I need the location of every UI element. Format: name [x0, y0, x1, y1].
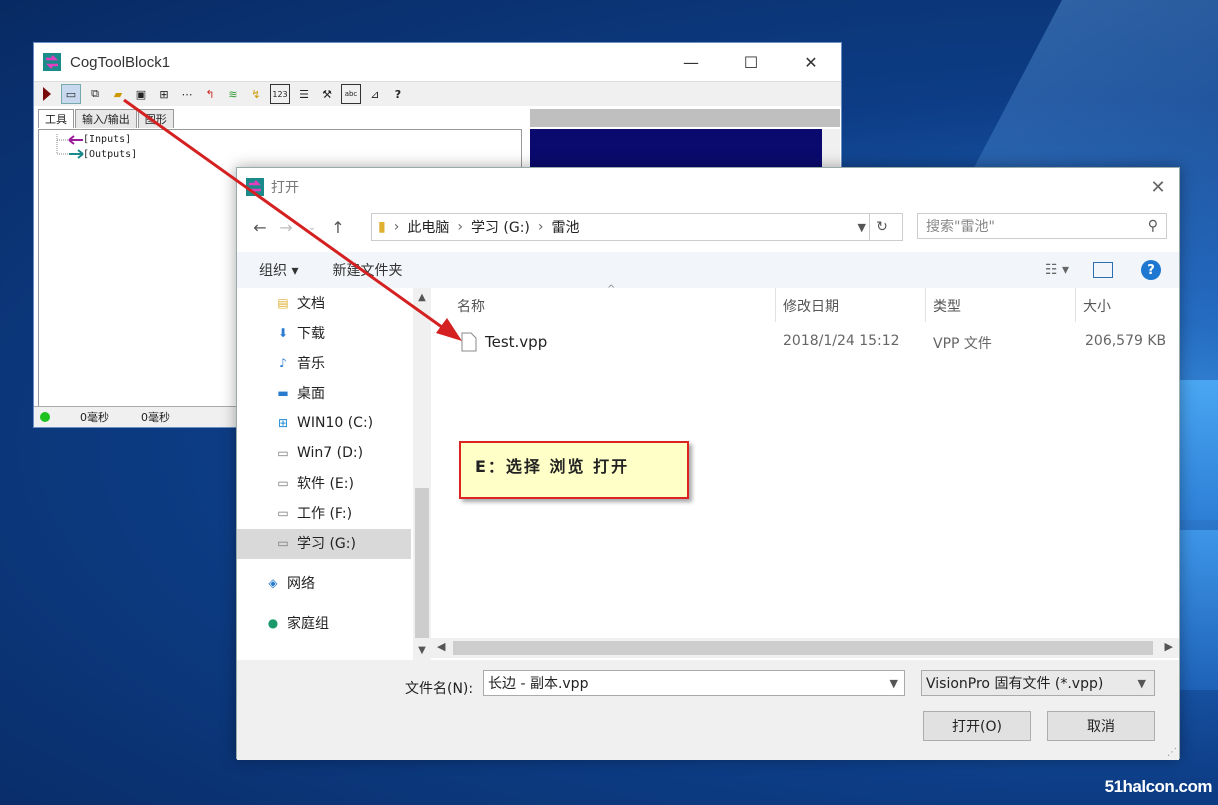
annotation-arrow: [123, 98, 462, 341]
